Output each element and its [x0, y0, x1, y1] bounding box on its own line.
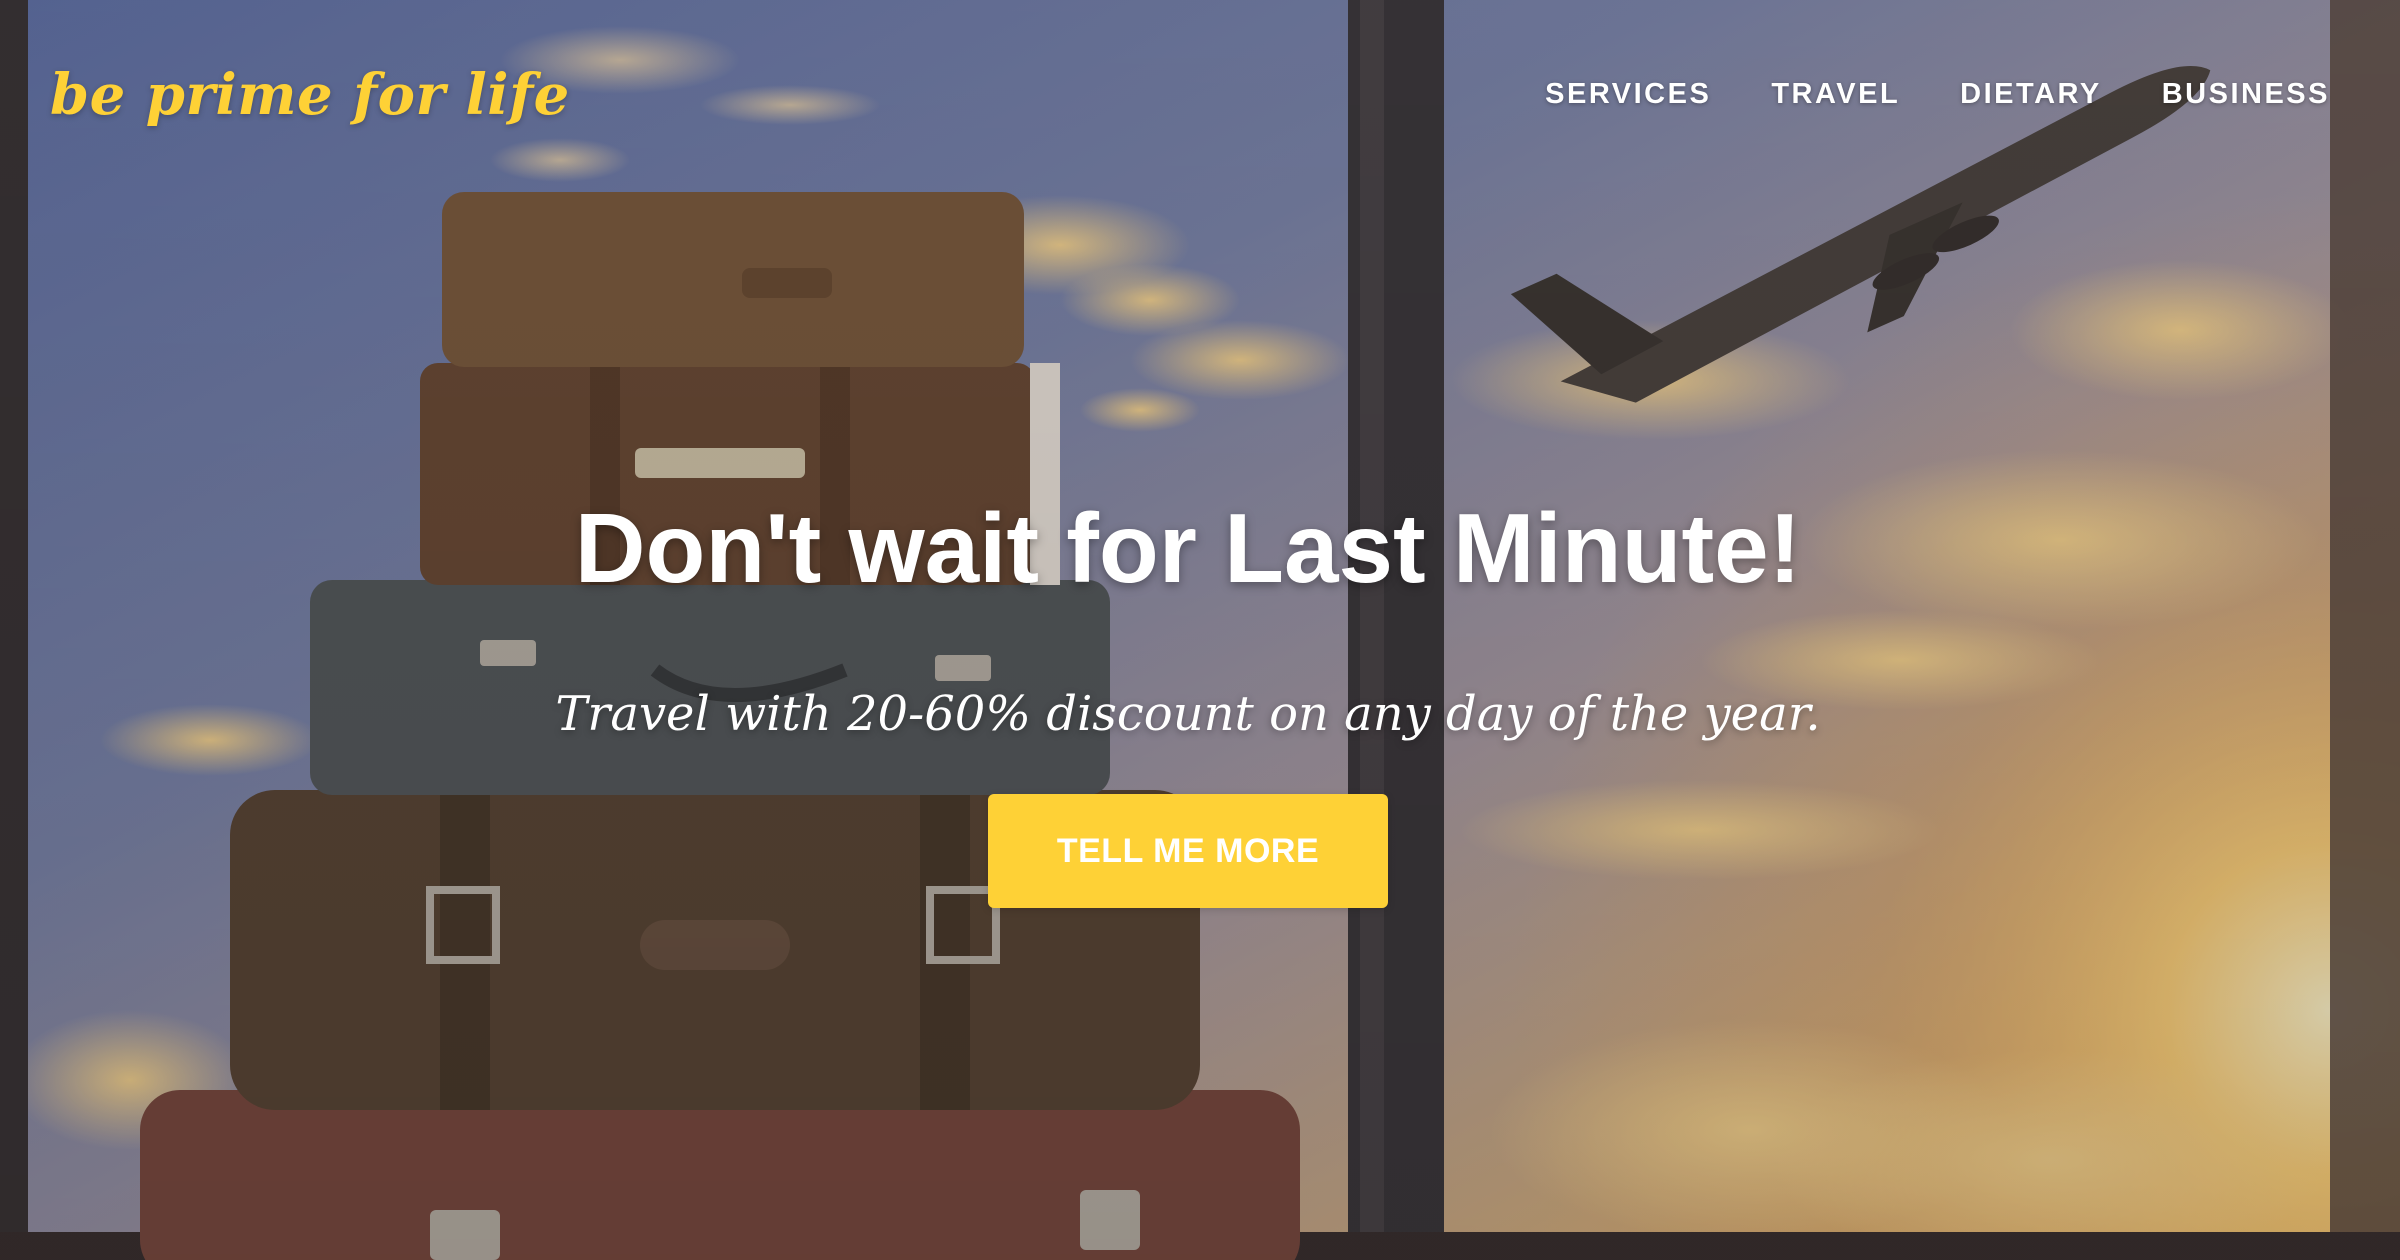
hero-title: Don't wait for Last Minute!: [574, 493, 1802, 603]
nav-item-travel[interactable]: TRAVEL: [1771, 78, 1900, 111]
tell-me-more-button[interactable]: TELL ME MORE: [988, 794, 1388, 908]
main-nav: SERVICES TRAVEL DIETARY BUSINESS: [1545, 78, 2330, 111]
nav-item-business[interactable]: BUSINESS: [2162, 78, 2330, 111]
nav-item-services[interactable]: SERVICES: [1545, 78, 1711, 111]
hero-background-image: [0, 0, 2400, 1260]
brand-logo[interactable]: be prime for life: [50, 62, 570, 128]
hero-subtitle: Travel with 20-60% discount on any day o…: [555, 686, 1821, 742]
nav-item-dietary[interactable]: DIETARY: [1960, 78, 2102, 111]
